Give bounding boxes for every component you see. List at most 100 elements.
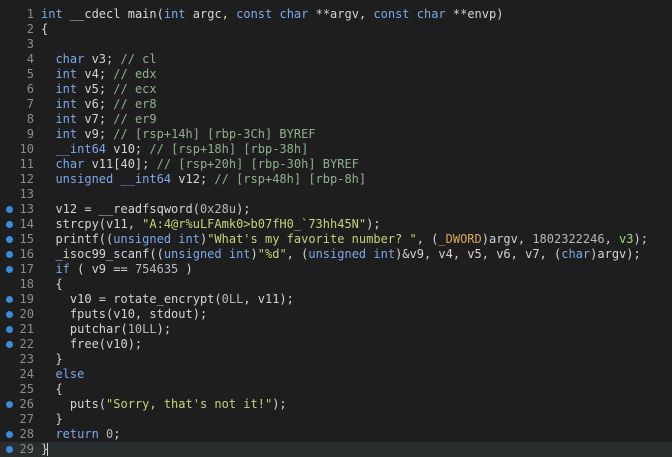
code-token: unsigned __int64 [55, 172, 172, 186]
code-token: 0x28u [199, 202, 237, 216]
code-token: **envp) [445, 7, 504, 21]
code-line[interactable]: 11 char v11[40]; // [rsp+20h] [rbp-30h] … [0, 157, 672, 172]
code-line[interactable]: 9 int v9; // [rsp+14h] [rbp-3Ch] BYREF [0, 127, 672, 142]
code-text: } [41, 412, 63, 427]
code-token: )argv); [590, 247, 641, 261]
line-number: 23 [19, 352, 34, 366]
line-number: 15 [19, 232, 34, 246]
code-token: ( [156, 7, 164, 21]
breakpoint-dot-icon[interactable] [6, 326, 13, 333]
code-line[interactable]: 27 } [0, 412, 672, 427]
code-token: v12 = __readfsqword( [41, 202, 200, 216]
code-line[interactable]: 15 printf((unsigned int)"What's my favor… [0, 232, 672, 247]
code-line[interactable]: 13 [0, 187, 672, 202]
pseudocode-editor[interactable]: 1 int __cdecl main(int argc, const char *… [0, 0, 672, 457]
code-token: } [41, 412, 63, 426]
code-token: const char [373, 7, 446, 21]
code-token: v9; [77, 127, 114, 141]
breakpoint-dot-icon[interactable] [6, 341, 13, 348]
code-text: return 0; [41, 427, 120, 442]
code-token: , ( [416, 232, 439, 246]
code-token: puts( [41, 397, 107, 411]
code-line[interactable]: 12 unsigned __int64 v12; // [rsp+48h] [r… [0, 172, 672, 187]
code-token: return [55, 427, 99, 441]
code-line[interactable]: 19 v10 = rotate_encrypt(0LL, v11); [0, 292, 672, 307]
code-line[interactable]: 21 putchar(10LL); [0, 322, 672, 337]
breakpoint-dot-icon[interactable] [6, 266, 13, 273]
line-number: 1 [26, 7, 34, 21]
line-number: 4 [26, 52, 34, 66]
code-line[interactable]: 10 __int64 v10; // [rsp+18h] [rbp-38h] [0, 142, 672, 157]
line-number: 3 [26, 37, 34, 51]
line-number: 11 [19, 157, 34, 171]
breakpoint-dot-icon[interactable] [6, 236, 13, 243]
code-token: // [rsp+18h] [rbp-38h] [149, 142, 309, 156]
code-line[interactable]: 20 fputs(v10, stdout); [0, 307, 672, 322]
code-token: // [rsp+14h] [rbp-3Ch] BYREF [113, 127, 316, 141]
code-line[interactable]: 24 else [0, 367, 672, 382]
code-line[interactable]: 7 int v6; // er8 [0, 97, 672, 112]
code-token: unsigned int [113, 232, 200, 246]
code-line[interactable]: 26 puts("Sorry, that's not it!"); [0, 397, 672, 412]
code-token: v10; [106, 142, 150, 156]
code-token: // ecx [113, 82, 157, 96]
line-number: 26 [19, 397, 34, 411]
code-line[interactable]: 29} [0, 442, 672, 457]
code-token: argc, [185, 7, 237, 21]
code-line[interactable]: 17 if ( v9 == 754635 ) [0, 262, 672, 277]
line-number: 12 [19, 172, 34, 186]
code-token: v3; [84, 52, 121, 66]
code-token: { [41, 22, 49, 36]
code-line[interactable]: 25 { [0, 382, 672, 397]
code-line[interactable]: 4 char v3; // cl [0, 52, 672, 67]
code-line[interactable]: 16 _isoc99_scanf((unsigned int)"%d", (un… [0, 247, 672, 262]
code-token: int [55, 112, 78, 126]
code-token: else [55, 367, 85, 381]
code-text: fputs(v10, stdout); [41, 307, 207, 322]
code-line[interactable]: 1 int __cdecl main(int argc, const char *… [0, 7, 672, 22]
breakpoint-dot-icon[interactable] [6, 221, 13, 228]
code-line[interactable]: 23 } [0, 352, 672, 367]
breakpoint-dot-icon[interactable] [6, 401, 13, 408]
code-line[interactable]: 13 v12 = __readfsqword(0x28u); [0, 202, 672, 217]
code-text: int v9; // [rsp+14h] [rbp-3Ch] BYREF [41, 127, 316, 142]
breakpoint-dot-icon[interactable] [6, 251, 13, 258]
code-line[interactable]: 5 int v4; // edx [0, 67, 672, 82]
code-text: int v6; // er8 [41, 97, 156, 112]
code-token: ) [250, 247, 258, 261]
code-line[interactable]: 6 int v5; // ecx [0, 82, 672, 97]
code-token: int [55, 97, 78, 111]
code-line[interactable]: 22 free(v10); [0, 337, 672, 352]
code-line[interactable]: 2{ [0, 22, 672, 37]
code-text: char v3; // cl [41, 52, 157, 67]
code-line[interactable]: 14 strcpy(v11, "A:4@r%uLFAmk0>b07fH0_`73… [0, 217, 672, 232]
code-token: // cl [120, 52, 157, 66]
code-line[interactable]: 28 return 0; [0, 427, 672, 442]
code-token: fputs(v10, stdout); [41, 307, 208, 321]
line-number: 18 [19, 277, 34, 291]
line-number: 27 [19, 412, 34, 426]
breakpoint-dot-icon[interactable] [6, 296, 13, 303]
code-token: ); [366, 217, 381, 231]
breakpoint-dot-icon[interactable] [6, 206, 13, 213]
code-token: v11[40]; [84, 157, 157, 171]
line-number: 24 [19, 367, 34, 381]
code-token: _DWORD [438, 232, 482, 246]
code-text: free(v10); [41, 337, 142, 352]
breakpoint-dot-icon[interactable] [6, 431, 13, 438]
breakpoint-dot-icon[interactable] [6, 311, 13, 318]
code-token: 754635 [134, 262, 179, 276]
code-text: v10 = rotate_encrypt(0LL, v11); [41, 292, 294, 307]
code-line[interactable]: 18 { [0, 277, 672, 292]
line-number: 28 [19, 427, 34, 441]
line-number: 13 [19, 187, 34, 201]
code-token: 1802322246 [532, 232, 605, 246]
code-token: } [41, 352, 63, 366]
code-line[interactable]: 8 int v7; // er9 [0, 112, 672, 127]
code-line[interactable]: 3 [0, 37, 672, 52]
